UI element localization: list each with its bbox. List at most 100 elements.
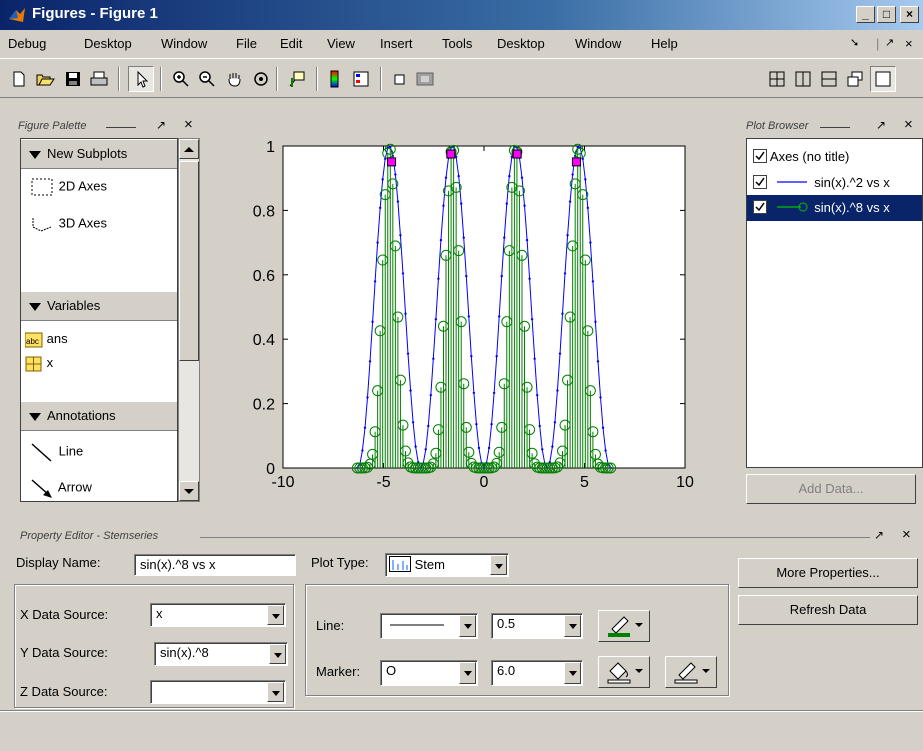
- scroll-down-button[interactable]: [179, 481, 199, 501]
- axes-3d-item[interactable]: 3D Axes: [29, 214, 107, 234]
- marker-symbol-dropdown-icon[interactable]: [459, 662, 476, 684]
- checkbox-checked-icon[interactable]: [753, 149, 767, 163]
- marker-edge-button[interactable]: [665, 656, 717, 688]
- plot-type-select[interactable]: Stem: [385, 553, 509, 577]
- series-point-sin2: [432, 357, 435, 361]
- series-point-sin2: [457, 174, 460, 178]
- annotation-arrow[interactable]: Arrow: [29, 477, 92, 499]
- open-folder-icon[interactable]: [32, 66, 58, 92]
- plot-type-dropdown-icon[interactable]: [490, 555, 507, 575]
- z-source-dropdown-icon[interactable]: [267, 682, 284, 702]
- series-point-sin2: [361, 449, 364, 452]
- matrix-variable-icon: [25, 356, 42, 372]
- line-style-dropdown-icon[interactable]: [459, 615, 476, 637]
- editor-undock-icon[interactable]: ↗: [874, 528, 884, 542]
- rotate-3d-icon[interactable]: [248, 66, 274, 92]
- browser-item-axes[interactable]: Axes (no title): [753, 149, 849, 164]
- variables-header[interactable]: Variables: [21, 291, 177, 321]
- arrow-icon: [31, 479, 52, 498]
- series-point-sin2: [571, 173, 574, 176]
- menu-desktop-2[interactable]: Desktop: [497, 36, 545, 51]
- new-file-icon[interactable]: [6, 66, 32, 92]
- hide-plot-tools-icon[interactable]: [386, 66, 412, 92]
- marker-size-select[interactable]: 6.0: [491, 660, 583, 686]
- series-point-sin2: [586, 206, 590, 210]
- menu-window[interactable]: Window: [161, 36, 207, 51]
- zoom-in-icon[interactable]: [168, 66, 194, 92]
- editor-close-icon[interactable]: ×: [902, 526, 911, 543]
- variable-x[interactable]: x: [25, 355, 53, 372]
- new-subplots-header[interactable]: New Subplots: [21, 139, 177, 169]
- menu-file[interactable]: File: [236, 36, 257, 51]
- series-point-sin2: [366, 396, 369, 399]
- menu-desktop[interactable]: Desktop: [84, 36, 132, 51]
- x-source-dropdown-icon[interactable]: [267, 605, 284, 625]
- plot-axes[interactable]: -10 -5 0 5 1000.20.40.60.81: [220, 118, 740, 511]
- y-source-input[interactable]: sin(x).^8: [154, 642, 288, 666]
- series-point-sin2: [414, 445, 417, 448]
- browser-item-sin8[interactable]: sin(x).^8 vs x: [747, 195, 922, 221]
- colorbar-icon[interactable]: [322, 66, 348, 92]
- line-style-select[interactable]: [380, 613, 478, 639]
- menu-window-2[interactable]: Window: [575, 36, 621, 51]
- axes-2d-item[interactable]: 2D Axes: [29, 177, 107, 197]
- checkbox-checked-icon[interactable]: [753, 175, 767, 189]
- series-point-sin2: [533, 357, 536, 361]
- menu-debug[interactable]: Debug: [8, 36, 46, 51]
- palette-close-icon[interactable]: ×: [184, 116, 193, 133]
- menu-view[interactable]: View: [327, 36, 355, 51]
- float-window-icon[interactable]: [842, 66, 868, 92]
- marker-fill-button[interactable]: [598, 656, 650, 688]
- palette-scrollbar[interactable]: [178, 138, 200, 502]
- z-source-input[interactable]: [150, 680, 286, 704]
- palette-list: New Subplots 2D Axes 3D Axes Variables a…: [20, 138, 178, 502]
- more-properties-button[interactable]: More Properties...: [738, 558, 918, 588]
- series-point-sin2: [396, 200, 400, 203]
- pointer-icon[interactable]: [128, 66, 154, 92]
- undock-icon[interactable]: ↗: [885, 36, 894, 49]
- marker-symbol-select[interactable]: O: [380, 660, 478, 686]
- save-icon[interactable]: [60, 66, 86, 92]
- checkbox-checked-icon[interactable]: [753, 200, 767, 214]
- menu-close-icon[interactable]: ×: [905, 36, 913, 51]
- data-cursor-icon[interactable]: [284, 66, 310, 92]
- series-point-sin2: [371, 320, 374, 324]
- zoom-out-icon[interactable]: [194, 66, 220, 92]
- series-point-sin2: [495, 355, 498, 358]
- maximize-document-icon[interactable]: [870, 66, 896, 92]
- scroll-up-button[interactable]: [179, 139, 199, 159]
- palette-undock-icon[interactable]: ↗: [156, 118, 166, 132]
- refresh-data-button[interactable]: Refresh Data: [738, 595, 918, 625]
- series-point-sin2: [538, 424, 541, 428]
- marker-size-dropdown-icon[interactable]: [564, 662, 581, 684]
- variable-ans[interactable]: abc ans: [24, 331, 68, 348]
- maximize-button[interactable]: □: [877, 6, 896, 23]
- menu-insert[interactable]: Insert: [380, 36, 413, 51]
- minimize-button[interactable]: _: [856, 6, 875, 23]
- pan-hand-icon[interactable]: [221, 66, 247, 92]
- browser-item-sin2[interactable]: sin(x).^2 vs x: [753, 175, 890, 190]
- x-source-input[interactable]: x: [150, 603, 286, 627]
- annotation-line[interactable]: Line: [29, 441, 83, 463]
- tile-grid-icon[interactable]: [764, 66, 790, 92]
- annotations-header[interactable]: Annotations: [21, 401, 177, 431]
- menu-help[interactable]: Help: [651, 36, 678, 51]
- line-width-select[interactable]: 0.5: [491, 613, 583, 639]
- show-plot-tools-icon[interactable]: [412, 66, 438, 92]
- menu-edit[interactable]: Edit: [280, 36, 302, 51]
- tile-rows-icon[interactable]: [816, 66, 842, 92]
- close-button[interactable]: ×: [900, 6, 919, 23]
- line-color-button[interactable]: [598, 610, 650, 642]
- dock-arrow-icon[interactable]: ➘: [850, 36, 859, 49]
- line-width-dropdown-icon[interactable]: [564, 615, 581, 637]
- y-source-dropdown-icon[interactable]: [269, 644, 286, 664]
- print-icon[interactable]: [86, 66, 112, 92]
- scroll-thumb[interactable]: [179, 161, 199, 361]
- legend-icon[interactable]: [348, 66, 374, 92]
- menu-tools[interactable]: Tools: [442, 36, 472, 51]
- tile-columns-icon[interactable]: [790, 66, 816, 92]
- browser-close-icon[interactable]: ×: [904, 116, 913, 133]
- display-name-input[interactable]: sin(x).^8 vs x: [134, 554, 296, 576]
- browser-undock-icon[interactable]: ↗: [876, 118, 886, 132]
- add-data-button[interactable]: Add Data...: [746, 474, 916, 504]
